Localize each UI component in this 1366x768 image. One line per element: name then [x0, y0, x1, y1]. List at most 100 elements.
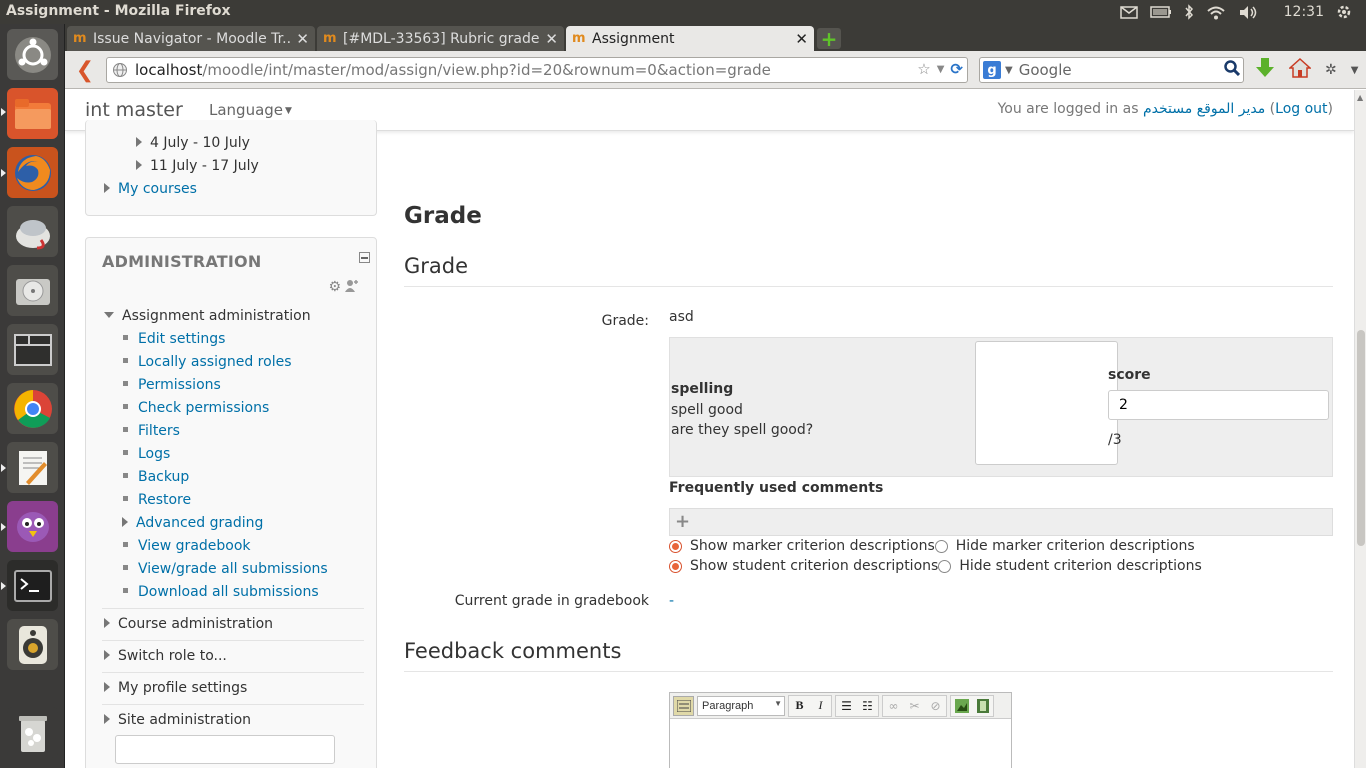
mail-indicator-icon[interactable] [1119, 5, 1138, 19]
admin-search-input[interactable] [115, 735, 335, 764]
italic-button[interactable]: I [810, 696, 831, 716]
speaker-icon[interactable] [7, 619, 58, 670]
nolink-icon[interactable]: ⊘ [925, 696, 946, 716]
admin-link-item[interactable]: Advanced grading [122, 515, 263, 531]
reload-icon[interactable]: ⟳ [950, 60, 963, 78]
bookmark-star-icon[interactable]: ☆ [917, 60, 930, 78]
scrollbar-thumb[interactable] [1357, 330, 1365, 546]
files-icon[interactable] [7, 88, 58, 139]
chevron-down-icon[interactable]: ▼ [1005, 65, 1013, 76]
admin-link-item[interactable]: Permissions [123, 377, 221, 393]
admin-link-item[interactable]: Download all submissions [123, 584, 319, 600]
expand-arrow-icon[interactable] [122, 517, 128, 527]
firefox-icon[interactable] [7, 147, 58, 198]
google-icon[interactable]: g [983, 61, 1001, 79]
battery-icon[interactable] [1149, 6, 1172, 18]
hide-student-radio[interactable] [938, 559, 952, 573]
view-gradebook-link[interactable]: View gradebook [138, 538, 251, 554]
chevron-down-icon[interactable]: ▼ [937, 60, 945, 78]
current-grade-value[interactable]: - [669, 593, 674, 609]
scroll-up-icon[interactable]: ▲ [1357, 93, 1363, 102]
tree-my-courses[interactable]: My courses [104, 181, 197, 197]
course-admin-node[interactable]: Course administration [104, 616, 273, 632]
numbered-list-icon[interactable]: ☷ [857, 696, 878, 716]
expand-arrow-icon[interactable] [104, 183, 110, 193]
user-name-link[interactable]: مدير الموقع مستخدم [1143, 101, 1265, 117]
show-student-radio[interactable] [669, 559, 682, 573]
tree-week-item[interactable]: 11 July - 17 July [136, 158, 259, 174]
page-scrollbar[interactable]: ▲ [1354, 90, 1366, 768]
admin-link-item[interactable]: Restore [123, 492, 191, 508]
expand-arrow-icon[interactable] [104, 650, 110, 660]
admin-link-item[interactable]: Filters [123, 423, 180, 439]
wifi-icon[interactable] [1206, 5, 1226, 20]
my-courses-link[interactable]: My courses [118, 181, 197, 197]
link-icon[interactable]: ∞ [883, 696, 904, 716]
expand-arrow-icon[interactable] [104, 714, 110, 724]
workspace-icon[interactable] [7, 324, 58, 375]
edit-settings-link[interactable]: Edit settings [138, 331, 225, 347]
admin-link-item[interactable]: Logs [123, 446, 170, 462]
level-question[interactable]: are they spell good? [671, 420, 813, 441]
close-icon[interactable]: ✕ [545, 30, 558, 48]
criterion-remark-textarea[interactable] [975, 341, 1118, 465]
permissions-link[interactable]: Permissions [138, 377, 221, 393]
assign-role-icon[interactable] [345, 279, 358, 297]
admin-link-item[interactable]: View/grade all submissions [123, 561, 328, 577]
tree-week-item[interactable]: 4 July - 10 July [136, 135, 250, 151]
assignment-admin-node[interactable]: Assignment administration [104, 308, 311, 324]
restore-link[interactable]: Restore [138, 492, 191, 508]
tab-issue-navigator[interactable]: m Issue Navigator - Moodle Tr... ✕ [67, 26, 315, 51]
search-bar[interactable]: g ▼ Google [979, 57, 1244, 83]
tab-assignment[interactable]: m Assignment ✕ [566, 26, 814, 51]
hide-marker-label[interactable]: Hide marker criterion descriptions [956, 538, 1195, 554]
admin-link-item[interactable]: Edit settings [123, 331, 225, 347]
advanced-grading-link[interactable]: Advanced grading [136, 515, 263, 531]
dash-icon[interactable] [7, 29, 58, 80]
show-marker-radio[interactable] [669, 539, 682, 553]
hide-student-label[interactable]: Hide student criterion descriptions [959, 558, 1201, 574]
score-input[interactable] [1108, 390, 1329, 420]
text-editor-icon[interactable] [7, 442, 58, 493]
admin-link-item[interactable]: View gradebook [123, 538, 251, 554]
session-gear-icon[interactable] [1336, 4, 1352, 20]
level-definition[interactable]: spell good [671, 400, 813, 421]
logs-link[interactable]: Logs [138, 446, 170, 462]
back-arrow-icon[interactable]: ❮ [73, 57, 97, 83]
bullet-list-icon[interactable]: ☰ [836, 696, 857, 716]
view-grade-all-submissions-link[interactable]: View/grade all submissions [138, 561, 328, 577]
show-student-label[interactable]: Show student criterion descriptions [690, 558, 938, 574]
unlink-icon[interactable]: ✂ [904, 696, 925, 716]
insert-media-icon[interactable] [972, 696, 993, 716]
expand-arrow-icon[interactable] [104, 682, 110, 692]
switch-role-node[interactable]: Switch role to... [104, 648, 227, 664]
addon-icon[interactable]: ✲ [1325, 62, 1337, 78]
collapse-block-icon[interactable] [359, 252, 370, 263]
site-name[interactable]: int master [85, 99, 183, 121]
filters-link[interactable]: Filters [138, 423, 180, 439]
logout-link[interactable]: Log out [1275, 101, 1327, 117]
url-text[interactable]: localhost/moodle/int/master/mod/assign/v… [135, 61, 771, 79]
admin-link-item[interactable]: Backup [123, 469, 189, 485]
terminal-icon[interactable] [7, 560, 58, 611]
search-icon[interactable] [1224, 60, 1241, 80]
expand-arrow-icon[interactable] [104, 618, 110, 628]
locally-assigned-roles-link[interactable]: Locally assigned roles [138, 354, 292, 370]
toolbar-toggle-icon[interactable] [673, 695, 694, 716]
trash-icon[interactable] [7, 707, 58, 758]
profile-settings-node[interactable]: My profile settings [104, 680, 247, 696]
check-permissions-link[interactable]: Check permissions [138, 400, 269, 416]
language-menu[interactable]: Language ▼ [209, 101, 292, 119]
hide-marker-radio[interactable] [934, 539, 948, 553]
home-icon[interactable] [1288, 57, 1312, 83]
tab-mdl-33563[interactable]: m [#MDL-33563] Rubric grade... ✕ [317, 26, 564, 51]
admin-link-item[interactable]: Locally assigned roles [123, 354, 292, 370]
collapse-arrow-icon[interactable] [104, 312, 114, 318]
chevron-down-icon[interactable]: ▼ [1351, 65, 1359, 76]
download-arrow-icon[interactable] [1255, 57, 1275, 84]
close-icon[interactable]: ✕ [795, 30, 808, 48]
insert-image-icon[interactable] [951, 696, 972, 716]
expand-arrow-icon[interactable] [136, 137, 142, 147]
disk-icon[interactable] [7, 265, 58, 316]
show-marker-label[interactable]: Show marker criterion descriptions [690, 538, 935, 554]
